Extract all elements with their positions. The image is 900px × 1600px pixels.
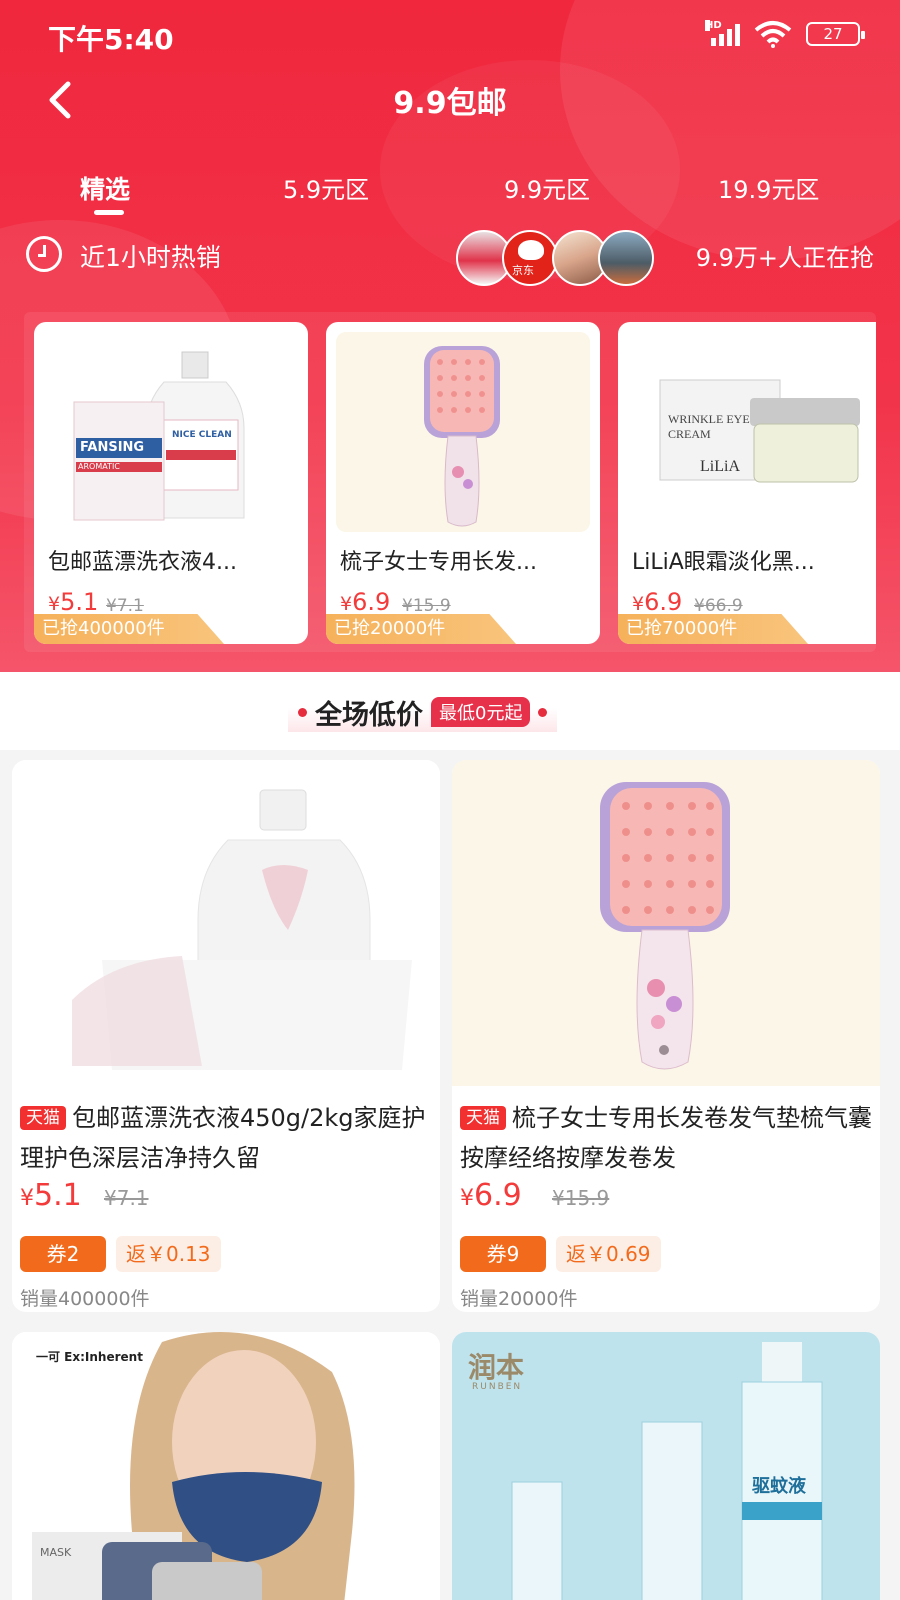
product-name: 梳子女士专用长发...	[340, 550, 537, 575]
mask-pack-text: MASK	[40, 1546, 72, 1559]
product-card[interactable]: 一可 Ex:Inherent MASK	[12, 1332, 440, 1600]
product-card[interactable]: 天猫 梳子女士专用长发卷发气垫梳气囊按摩经络按摩发卷发 ¥6.9 ¥15.9 券9…	[452, 760, 880, 1312]
avatar	[598, 230, 654, 286]
original-price: ¥7.1	[104, 1186, 149, 1210]
sales-count: 销量400000件	[20, 1288, 150, 1310]
sold-count-badge: 已抢70000件	[618, 614, 808, 644]
original-price: ¥15.9	[402, 596, 451, 616]
product-title-text: 包邮蓝漂洗衣液450g/2kg家庭护理护色深层洁净持久留	[20, 1104, 426, 1172]
product-name: LiLiA眼霜淡化黑...	[632, 550, 815, 575]
rebate-badge: 返￥0.13	[116, 1236, 221, 1272]
title-bar: 9.9包邮	[0, 70, 900, 130]
wifi-icon	[754, 21, 792, 48]
tab-19-9-zone[interactable]: 19.9元区	[718, 170, 819, 205]
active-tab-indicator	[94, 210, 124, 215]
avatar-brand-label: 京东	[512, 264, 534, 277]
product-title: 天猫 梳子女士专用长发卷发气垫梳气囊按摩经络按摩发卷发	[460, 1098, 876, 1178]
status-bar: 下午5:40 HD 27	[0, 0, 900, 70]
original-price: ¥15.9	[552, 1186, 610, 1210]
page-title: 9.9包邮	[393, 86, 507, 121]
red-header: 下午5:40 HD 27 9.9包邮 精选 5.9元区 9.9元区 19.9元区	[0, 0, 900, 672]
sold-count-badge: 已抢20000件	[326, 614, 516, 644]
avatar: 京东	[502, 230, 558, 286]
status-time: 下午5:40	[48, 23, 174, 56]
original-price: ¥66.9	[694, 596, 743, 616]
product-image: WRINKLE EYE CREAM LiLiA	[628, 332, 876, 532]
dot-icon	[538, 707, 548, 717]
product-card[interactable]: 天猫 包邮蓝漂洗衣液450g/2kg家庭护理护色深层洁净持久留 ¥5.1 ¥7.1…	[12, 760, 440, 1312]
battery-icon: 27	[806, 22, 865, 46]
rebate-badge: 返￥0.69	[556, 1236, 661, 1272]
product-image	[12, 760, 440, 1086]
detergent-tag-text: NICE CLEAN	[172, 430, 232, 440]
cream-brand-text: LiLiA	[700, 458, 740, 475]
cream-box-text: WRINKLE EYE CREAM	[668, 412, 750, 441]
tmall-badge: 天猫	[20, 1106, 66, 1130]
product-price: ¥6.9	[340, 588, 391, 616]
product-price: ¥6.9	[632, 588, 683, 616]
hot-sales-strip: 近1小时热销 京东 9.9万+人正在抢	[0, 230, 900, 286]
buyers-count: 9.9万+人正在抢	[695, 244, 874, 272]
product-title: 天猫 包邮蓝漂洗衣液450g/2kg家庭护理护色深层洁净持久留	[20, 1098, 436, 1178]
section-title: 全场低价	[315, 699, 423, 731]
repellent-label-text: 驱蚊液	[752, 1476, 806, 1497]
runben-brand-text: 润本	[468, 1351, 525, 1384]
hot-sales-label: 近1小时热销	[80, 243, 221, 272]
product-image: 一可 Ex:Inherent MASK	[12, 1332, 440, 1600]
product-card[interactable]: 润本 RUNBEN 驱蚊液	[452, 1332, 880, 1600]
hd-label: HD	[705, 20, 722, 31]
product-price: ¥6.9	[460, 1178, 522, 1213]
low-price-section-header: 全场低价 最低0元起	[0, 672, 900, 750]
signal-icon: HD	[705, 20, 740, 46]
category-tabs: 精选 5.9元区 9.9元区 19.9元区	[0, 160, 900, 220]
product-price: ¥5.1	[20, 1178, 82, 1213]
sold-count-badge: 已抢400000件	[34, 614, 224, 644]
tmall-badge: 天猫	[460, 1106, 506, 1130]
detergent-sub-text: AROMATIC	[78, 462, 120, 471]
tab-5-9-zone[interactable]: 5.9元区	[283, 170, 369, 205]
product-image	[452, 760, 880, 1086]
clock-icon	[26, 236, 62, 272]
status-icons: HD 27	[705, 20, 865, 48]
coupon-badge[interactable]: 券9	[460, 1236, 546, 1272]
sales-count: 销量20000件	[460, 1288, 578, 1310]
product-title-text: 梳子女士专用长发卷发气垫梳气囊按摩经络按摩发卷发	[460, 1104, 872, 1172]
hot-products-carousel[interactable]: FANSING NICE CLEAN AROMATIC 包邮蓝漂洗衣液4... …	[24, 312, 876, 652]
original-price: ¥7.1	[106, 596, 144, 616]
product-image: 润本 RUNBEN 驱蚊液	[452, 1332, 880, 1600]
section-badge: 最低0元起	[431, 697, 531, 727]
product-name: 包邮蓝漂洗衣液4...	[48, 550, 237, 575]
tab-9-9-zone[interactable]: 9.9元区	[504, 170, 590, 205]
section-title-wrap: 全场低价 最低0元起	[288, 692, 558, 732]
hot-product-card[interactable]: 梳子女士专用长发... ¥6.9 ¥15.9 已抢20000件	[326, 322, 600, 644]
tab-featured[interactable]: 精选	[80, 170, 130, 206]
hot-product-card[interactable]: WRINKLE EYE CREAM LiLiA LiLiA眼霜淡化黑... ¥6…	[618, 322, 876, 644]
dot-icon	[298, 707, 307, 717]
product-image: FANSING NICE CLEAN AROMATIC	[44, 332, 298, 532]
product-price: ¥5.1	[48, 588, 99, 616]
coupon-badge[interactable]: 券2	[20, 1236, 106, 1272]
runben-sub-text: RUNBEN	[472, 1382, 523, 1392]
product-image	[336, 332, 590, 532]
mask-brand-text: 一可 Ex:Inherent	[36, 1350, 143, 1364]
hot-product-card[interactable]: FANSING NICE CLEAN AROMATIC 包邮蓝漂洗衣液4... …	[34, 322, 308, 644]
detergent-brand-text: FANSING	[80, 440, 145, 455]
